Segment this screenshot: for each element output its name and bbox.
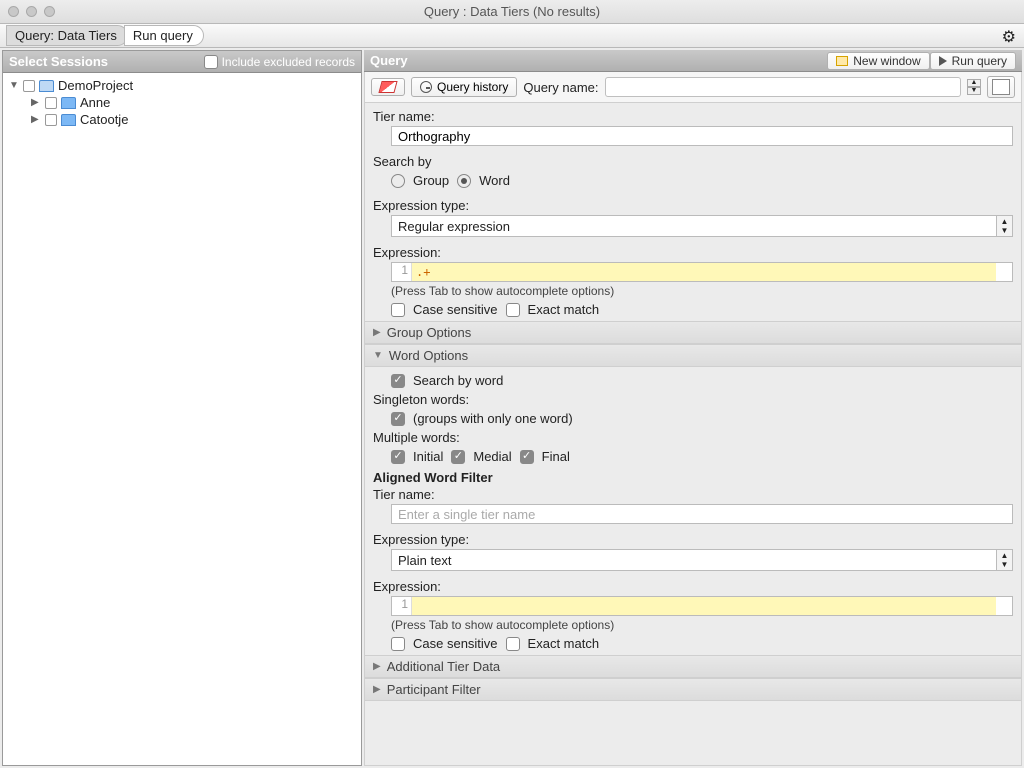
query-name-stepper[interactable]: ▲▼ (967, 79, 981, 95)
af-exact-match-checkbox[interactable] (506, 637, 520, 651)
sessions-title: Select Sessions (9, 54, 108, 69)
af-expression-type-select[interactable]: Plain text ▲▼ (391, 549, 1013, 571)
query-history-button[interactable]: Query history (411, 77, 517, 97)
history-icon (420, 81, 432, 93)
chevron-right-icon: ▶ (373, 684, 381, 695)
expression-input[interactable] (412, 263, 996, 281)
tree-checkbox[interactable] (23, 80, 35, 92)
aligned-filter-title: Aligned Word Filter (373, 470, 1013, 485)
line-gutter: 1 (392, 263, 412, 281)
folder-icon (61, 97, 76, 109)
tree-root[interactable]: ▼ DemoProject (9, 77, 355, 94)
tree-label: Catootje (80, 112, 128, 127)
af-tier-name-input[interactable] (391, 504, 1013, 524)
singleton-checkbox[interactable] (391, 412, 405, 426)
additional-tier-data-header[interactable]: ▶ Additional Tier Data (365, 655, 1021, 678)
search-by-label: Search by (373, 154, 1013, 169)
case-sensitive-label: Case sensitive (413, 302, 498, 317)
chevron-right-icon: ▶ (373, 661, 381, 672)
clear-button[interactable] (371, 78, 405, 96)
window-title: Query : Data Tiers (No results) (0, 4, 1024, 19)
radio-word-label: Word (479, 173, 510, 188)
search-by-word-checkbox[interactable] (391, 374, 405, 388)
af-tier-name-label: Tier name: (373, 487, 1013, 502)
session-tree[interactable]: ▼ DemoProject ▶ Anne ▶ Catootje (3, 73, 361, 765)
breadcrumb-root[interactable]: Query: Data Tiers (6, 25, 128, 46)
af-expression-input[interactable] (412, 597, 996, 615)
play-icon (939, 56, 947, 66)
radio-group[interactable] (391, 174, 405, 188)
af-expression-label: Expression: (373, 579, 1013, 594)
chevron-down-icon: ▼ (373, 350, 383, 361)
tier-name-input[interactable] (391, 126, 1013, 146)
breadcrumb-current[interactable]: Run query (124, 25, 204, 46)
expression-type-select[interactable]: Regular expression ▲▼ (391, 215, 1013, 237)
include-excluded-toggle[interactable]: Include excluded records (204, 55, 355, 69)
select-arrows-icon[interactable]: ▲▼ (997, 549, 1013, 571)
titlebar: Query : Data Tiers (No results) (0, 0, 1024, 24)
tree-label: DemoProject (58, 78, 133, 93)
expression-label: Expression: (373, 245, 1013, 260)
radio-word[interactable] (457, 174, 471, 188)
tree-checkbox[interactable] (45, 114, 57, 126)
new-window-icon (836, 56, 848, 66)
tree-label: Anne (80, 95, 110, 110)
minimize-light[interactable] (26, 6, 37, 17)
query-title: Query (370, 53, 408, 68)
autocomplete-hint-2: (Press Tab to show autocomplete options) (391, 616, 1013, 634)
chevron-right-icon: ▶ (373, 327, 381, 338)
folder-icon (61, 114, 76, 126)
sessions-header: Select Sessions Include excluded records (3, 51, 361, 73)
disclosure-icon[interactable]: ▼ (9, 80, 19, 91)
close-light[interactable] (8, 6, 19, 17)
exact-match-checkbox[interactable] (506, 303, 520, 317)
tree-child[interactable]: ▶ Catootje (9, 111, 355, 128)
query-panel: Query New window Run query Query history… (364, 50, 1022, 766)
select-arrows-icon[interactable]: ▲▼ (997, 215, 1013, 237)
query-name-input[interactable] (605, 77, 961, 97)
exact-match-label: Exact match (528, 302, 600, 317)
query-name-label: Query name: (523, 80, 598, 95)
singleton-label: Singleton words: (373, 392, 1013, 407)
final-checkbox[interactable] (520, 450, 534, 464)
search-by-word-label: Search by word (413, 373, 503, 388)
medial-checkbox[interactable] (451, 450, 465, 464)
tier-name-label: Tier name: (373, 109, 1013, 124)
run-query-button[interactable]: Run query (930, 52, 1016, 70)
include-excluded-checkbox[interactable] (204, 55, 218, 69)
disclosure-icon[interactable]: ▶ (31, 97, 41, 108)
multiple-label: Multiple words: (373, 430, 1013, 445)
case-sensitive-checkbox[interactable] (391, 303, 405, 317)
group-options-header[interactable]: ▶ Group Options (365, 321, 1021, 344)
expression-editor[interactable]: 1 (391, 262, 1013, 282)
initial-checkbox[interactable] (391, 450, 405, 464)
tree-child[interactable]: ▶ Anne (9, 94, 355, 111)
folder-open-icon (39, 80, 54, 92)
eraser-icon (378, 81, 397, 93)
af-expression-editor[interactable]: 1 (391, 596, 1013, 616)
radio-group-label: Group (413, 173, 449, 188)
expression-type-label: Expression type: (373, 198, 1013, 213)
window-controls (8, 6, 55, 17)
gear-icon[interactable]: ⚙ (1002, 27, 1016, 47)
line-gutter: 1 (392, 597, 412, 615)
singleton-desc: (groups with only one word) (413, 411, 573, 426)
breadcrumb-bar: Query: Data Tiers Run query ⚙ (0, 24, 1024, 48)
query-header: Query New window Run query (364, 50, 1022, 72)
af-expression-type-label: Expression type: (373, 532, 1013, 547)
query-toolbar: Query history Query name: ▲▼ (364, 72, 1022, 103)
sessions-panel: Select Sessions Include excluded records… (2, 50, 362, 766)
word-options-header[interactable]: ▼ Word Options (365, 344, 1021, 367)
disclosure-icon[interactable]: ▶ (31, 114, 41, 125)
af-case-sensitive-checkbox[interactable] (391, 637, 405, 651)
save-query-button[interactable] (987, 76, 1015, 98)
new-window-button[interactable]: New window (827, 52, 929, 70)
participant-filter-header[interactable]: ▶ Participant Filter (365, 678, 1021, 701)
zoom-light[interactable] (44, 6, 55, 17)
save-icon (992, 79, 1010, 95)
query-form: Tier name: Search by Group Word Expressi… (364, 103, 1022, 766)
tree-checkbox[interactable] (45, 97, 57, 109)
autocomplete-hint: (Press Tab to show autocomplete options) (391, 282, 1013, 300)
